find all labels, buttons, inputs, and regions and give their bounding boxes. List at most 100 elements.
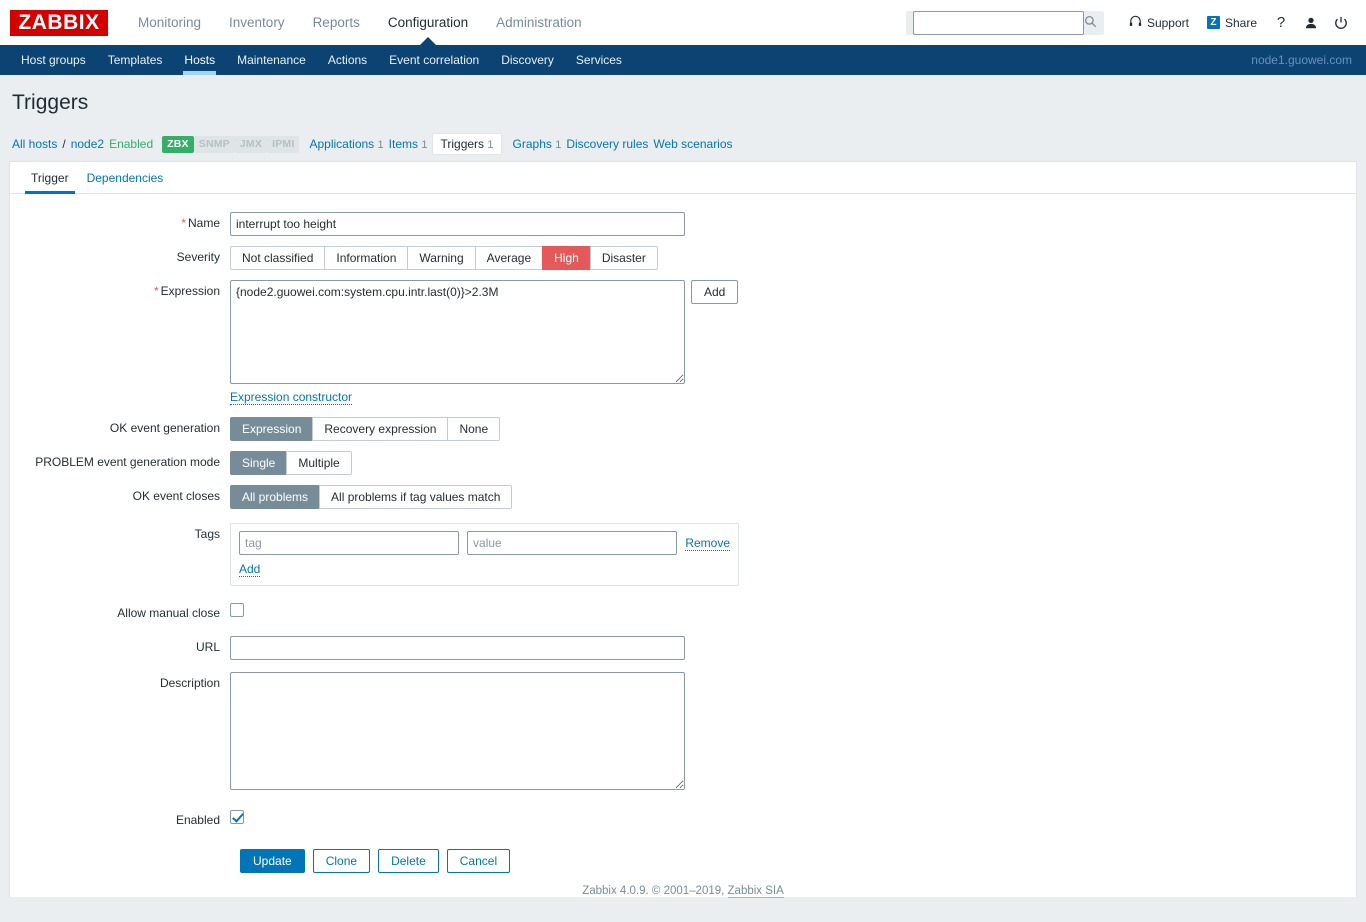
field-row-severity: Severity Not classified Information Warn… bbox=[10, 246, 1356, 270]
breadcrumb-graphs[interactable]: Graphs 1 bbox=[513, 134, 562, 154]
allow-manual-close-checkbox[interactable] bbox=[230, 602, 244, 617]
breadcrumb-web-scenarios[interactable]: Web scenarios bbox=[653, 134, 732, 154]
breadcrumb-triggers-label: Triggers bbox=[440, 137, 485, 151]
cancel-button[interactable]: Cancel bbox=[446, 849, 511, 873]
support-link[interactable]: Support bbox=[1120, 9, 1198, 37]
breadcrumb-items[interactable]: Items 1 bbox=[389, 134, 428, 154]
breadcrumb-graphs-count: 1 bbox=[555, 139, 562, 151]
subnav-item-maintenance[interactable]: Maintenance bbox=[226, 45, 317, 75]
sign-out-power-icon[interactable] bbox=[1326, 9, 1356, 37]
delete-button[interactable]: Delete bbox=[378, 849, 439, 873]
subnav-item-discovery[interactable]: Discovery bbox=[490, 45, 565, 75]
share-link[interactable]: Z Share bbox=[1198, 9, 1266, 37]
footer-zabbix-sia-link[interactable]: Zabbix SIA bbox=[727, 885, 784, 898]
ok-event-closes-segmented-control: All problems All problems if tag values … bbox=[230, 485, 513, 509]
ok-event-closes-option-tag-values-match[interactable]: All problems if tag values match bbox=[319, 485, 513, 509]
problem-event-mode-option-single[interactable]: Single bbox=[230, 451, 287, 475]
subnav-item-event-correlation[interactable]: Event correlation bbox=[378, 45, 490, 75]
expression-constructor-link[interactable]: Expression constructor bbox=[230, 390, 353, 405]
description-textarea[interactable] bbox=[230, 672, 685, 790]
field-row-description: Description bbox=[10, 672, 1356, 793]
subnav-item-hosts[interactable]: Hosts bbox=[173, 45, 226, 75]
tag-row: Remove bbox=[239, 531, 730, 555]
field-row-allow-manual-close: Allow manual close bbox=[10, 602, 1356, 624]
severity-option-not-classified[interactable]: Not classified bbox=[230, 246, 325, 270]
menu-item-reports[interactable]: Reports bbox=[299, 0, 374, 45]
control-ok-event-generation: Expression Recovery expression None bbox=[230, 417, 1356, 441]
menu-item-administration[interactable]: Administration bbox=[482, 0, 596, 45]
severity-option-average[interactable]: Average bbox=[474, 246, 543, 270]
expression-add-button[interactable]: Add bbox=[691, 280, 739, 304]
breadcrumb-applications-count: 1 bbox=[377, 139, 384, 151]
label-expression-text: Expression bbox=[160, 284, 220, 298]
tag-add-link[interactable]: Add bbox=[239, 562, 261, 577]
headset-icon bbox=[1129, 15, 1142, 30]
severity-option-information[interactable]: Information bbox=[324, 246, 408, 270]
control-expression: {node2.guowei.com:system.cpu.intr.last(0… bbox=[230, 280, 1356, 384]
field-row-ok-event-generation: OK event generation Expression Recovery … bbox=[10, 417, 1356, 441]
trigger-form-card: Trigger Dependencies *Name Severity Not … bbox=[9, 161, 1357, 898]
label-ok-event-closes: OK event closes bbox=[132, 489, 220, 503]
breadcrumb-all-hosts[interactable]: All hosts bbox=[12, 134, 57, 154]
tag-value-input[interactable] bbox=[467, 531, 678, 555]
breadcrumb-host-node2[interactable]: node2 bbox=[71, 134, 104, 154]
support-label: Support bbox=[1146, 15, 1189, 30]
label-url: URL bbox=[195, 640, 220, 654]
ok-event-generation-option-recovery-expression[interactable]: Recovery expression bbox=[312, 417, 448, 441]
control-problem-event-generation-mode: Single Multiple bbox=[230, 451, 1356, 475]
search-box[interactable] bbox=[905, 10, 1104, 35]
subnav-item-host-groups[interactable]: Host groups bbox=[10, 45, 97, 75]
severity-option-disaster[interactable]: Disaster bbox=[589, 246, 658, 270]
problem-event-mode-option-multiple[interactable]: Multiple bbox=[286, 451, 352, 475]
user-profile-icon[interactable] bbox=[1296, 9, 1326, 37]
clone-button[interactable]: Clone bbox=[312, 849, 371, 873]
label-severity: Severity bbox=[176, 250, 220, 264]
ok-event-generation-option-expression[interactable]: Expression bbox=[230, 417, 313, 441]
menu-item-inventory[interactable]: Inventory bbox=[215, 0, 299, 45]
field-row-expression: * Expression {node2.guowei.com:system.cpu… bbox=[10, 280, 1356, 384]
label-enabled: Enabled bbox=[175, 813, 220, 827]
control-tags: Remove Add bbox=[230, 523, 1356, 586]
trigger-form: *Name Severity Not classified Informatio… bbox=[10, 194, 1356, 898]
interface-badge-jmx: JMX bbox=[234, 135, 268, 153]
menu-item-configuration[interactable]: Configuration bbox=[374, 0, 482, 45]
ok-event-closes-option-all-problems[interactable]: All problems bbox=[230, 485, 320, 509]
severity-option-high[interactable]: High bbox=[542, 246, 590, 270]
breadcrumb: All hosts / node2 Enabled ZBX SNMP JMX I… bbox=[0, 127, 1366, 161]
label-expression: * Expression bbox=[10, 280, 230, 302]
ok-event-generation-option-none[interactable]: None bbox=[447, 417, 501, 441]
current-server-label: node1.guowei.com bbox=[1251, 53, 1352, 67]
expression-textarea[interactable]: {node2.guowei.com:system.cpu.intr.last(0… bbox=[230, 280, 685, 384]
tab-dependencies[interactable]: Dependencies bbox=[78, 162, 173, 193]
field-row-expression-constructor: Expression constructor bbox=[10, 390, 1356, 405]
tab-trigger[interactable]: Trigger bbox=[22, 162, 78, 194]
subnav-item-services[interactable]: Services bbox=[565, 45, 633, 75]
breadcrumb-host-status[interactable]: Enabled bbox=[109, 134, 153, 154]
menu-item-monitoring[interactable]: Monitoring bbox=[124, 0, 215, 45]
severity-option-warning[interactable]: Warning bbox=[407, 246, 475, 270]
subnav-item-actions[interactable]: Actions bbox=[317, 45, 378, 75]
url-input[interactable] bbox=[230, 636, 685, 660]
control-ok-event-closes: All problems All problems if tag values … bbox=[230, 485, 1356, 509]
enabled-checkbox[interactable] bbox=[230, 809, 244, 824]
control-severity: Not classified Information Warning Avera… bbox=[230, 246, 1356, 270]
trigger-name-input[interactable] bbox=[230, 212, 685, 236]
header-actions: Support Z Share ? bbox=[905, 9, 1356, 37]
required-marker-expression: * bbox=[153, 284, 159, 298]
share-label: Share bbox=[1224, 15, 1257, 30]
breadcrumb-applications[interactable]: Applications 1 bbox=[309, 134, 383, 154]
top-header: ZABBIX Monitoring Inventory Reports Conf… bbox=[0, 0, 1366, 45]
label-description: Description bbox=[159, 676, 220, 690]
help-icon[interactable]: ? bbox=[1266, 9, 1296, 37]
subnav-item-templates[interactable]: Templates bbox=[97, 45, 174, 75]
update-button[interactable]: Update bbox=[240, 849, 305, 873]
tags-box: Remove Add bbox=[230, 523, 739, 586]
field-row-enabled: Enabled bbox=[10, 809, 1356, 831]
search-input[interactable] bbox=[912, 10, 1084, 35]
zabbix-logo[interactable]: ZABBIX bbox=[10, 9, 108, 36]
label-ok-event-generation: OK event generation bbox=[109, 421, 220, 435]
breadcrumb-discovery-rules[interactable]: Discovery rules bbox=[566, 134, 648, 154]
breadcrumb-items-label: Items bbox=[388, 137, 418, 151]
tag-name-input[interactable] bbox=[239, 531, 460, 555]
tag-remove-link[interactable]: Remove bbox=[685, 536, 730, 551]
